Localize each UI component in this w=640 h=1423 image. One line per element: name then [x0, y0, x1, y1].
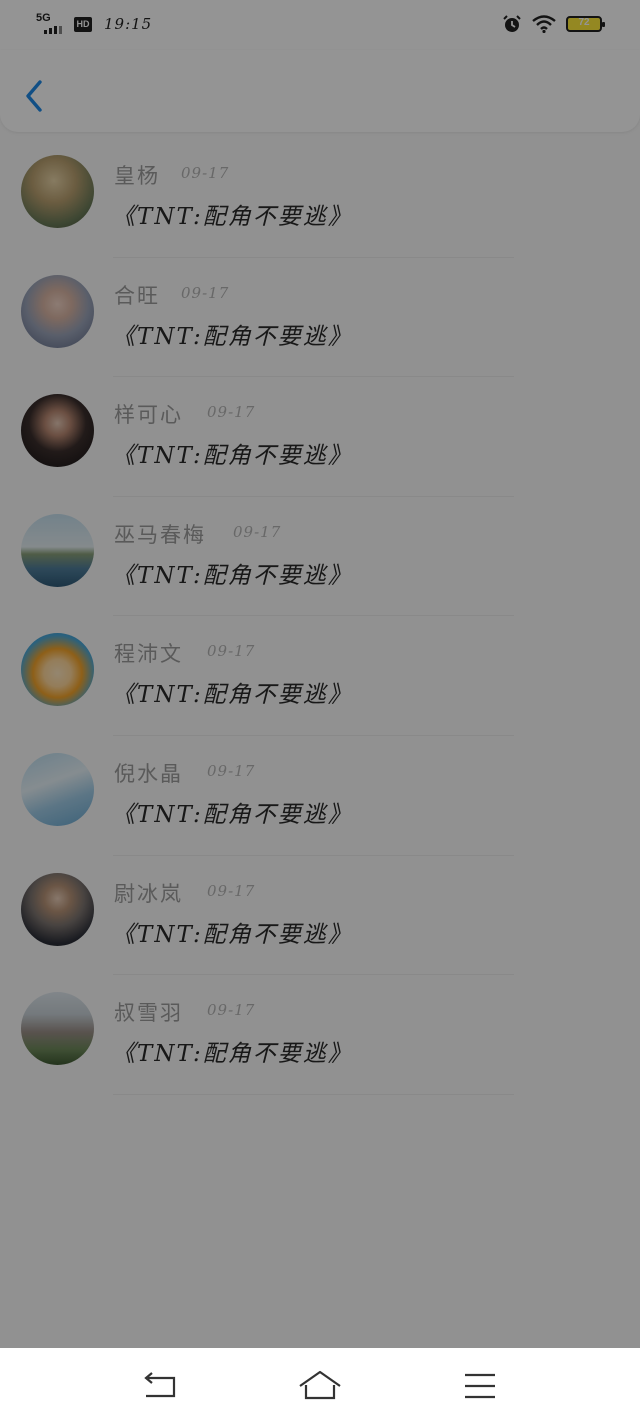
avatar[interactable] — [21, 394, 94, 468]
message-text: 《TNT:配角不要逃》 — [112, 801, 353, 828]
message-date: 09-17 — [181, 283, 230, 302]
sender-name: 叔雪羽 — [114, 1001, 183, 1026]
wifi-icon — [532, 15, 556, 33]
avatar[interactable] — [21, 633, 94, 707]
message-date: 09-17 — [207, 403, 256, 422]
system-home-button[interactable] — [296, 1366, 344, 1406]
network-type: 5G — [36, 12, 51, 24]
sender-name: 倪水晶 — [114, 761, 183, 786]
message-date: 09-17 — [181, 164, 230, 182]
list-item[interactable]: 倪水晶 09-17 《TNT:配角不要逃》 — [0, 736, 640, 856]
message-date: 09-17 — [233, 522, 282, 541]
message-text: 《TNT:配角不要逃》 — [112, 443, 353, 470]
system-menu-button[interactable] — [456, 1366, 504, 1406]
avatar[interactable] — [21, 274, 94, 348]
status-bar: 5G HD 19:15 72 — [0, 0, 640, 50]
menu-icon — [465, 1373, 495, 1399]
message-date: 09-17 — [207, 761, 256, 780]
app-screen: 5G HD 19:15 72 皇杨 09-17 《TNT:配角不要逃》 合旺 0… — [0, 0, 640, 1348]
list-item[interactable]: 样可心 09-17 《TNT:配角不要逃》 — [0, 377, 640, 497]
home-icon — [299, 1370, 341, 1400]
list-item[interactable]: 巫马春梅 09-17 《TNT:配角不要逃》 — [0, 497, 640, 617]
avatar[interactable] — [21, 155, 94, 228]
message-list: 皇杨 09-17 《TNT:配角不要逃》 合旺 09-17 《TNT:配角不要逃… — [0, 138, 640, 1095]
signal-icon: 5G — [36, 12, 66, 36]
sender-name: 皇杨 — [114, 164, 160, 188]
battery-icon: 72 — [566, 16, 605, 32]
message-text: 《TNT:配角不要逃》 — [112, 1041, 353, 1068]
status-time: 19:15 — [104, 15, 153, 33]
message-date: 09-17 — [207, 881, 256, 900]
avatar[interactable] — [21, 513, 94, 587]
message-text: 《TNT:配角不要逃》 — [112, 204, 353, 230]
sender-name: 程沛文 — [114, 642, 183, 667]
avatar[interactable] — [21, 872, 94, 946]
top-nav-bar — [0, 50, 640, 132]
alarm-icon — [503, 15, 521, 32]
message-text: 《TNT:配角不要逃》 — [112, 682, 353, 709]
message-text: 《TNT:配角不要逃》 — [112, 323, 353, 350]
list-item[interactable]: 程沛文 09-17 《TNT:配角不要逃》 — [0, 616, 640, 736]
sender-name: 尉冰岚 — [114, 881, 183, 906]
message-date: 09-17 — [207, 642, 256, 661]
sender-name: 样可心 — [114, 403, 183, 428]
chevron-left-icon — [26, 80, 42, 112]
divider — [113, 1093, 514, 1095]
list-item[interactable]: 尉冰岚 09-17 《TNT:配角不要逃》 — [0, 856, 640, 976]
message-text: 《TNT:配角不要逃》 — [112, 921, 353, 948]
sender-name: 合旺 — [114, 283, 160, 308]
battery-level: 72 — [578, 17, 590, 28]
avatar[interactable] — [21, 992, 94, 1066]
list-item[interactable]: 皇杨 09-17 《TNT:配角不要逃》 — [0, 138, 640, 258]
message-text: 《TNT:配角不要逃》 — [112, 562, 353, 589]
back-arrow-icon — [144, 1372, 176, 1398]
list-item[interactable]: 合旺 09-17 《TNT:配角不要逃》 — [0, 258, 640, 378]
hd-icon: HD — [74, 16, 92, 32]
sender-name: 巫马春梅 — [114, 522, 206, 547]
avatar[interactable] — [21, 752, 94, 826]
system-nav-bar — [0, 1348, 640, 1423]
message-date: 09-17 — [207, 1001, 256, 1020]
system-back-button[interactable] — [136, 1366, 184, 1406]
list-item[interactable]: 叔雪羽 09-17 《TNT:配角不要逃》 — [0, 975, 640, 1095]
back-button[interactable] — [18, 76, 54, 116]
